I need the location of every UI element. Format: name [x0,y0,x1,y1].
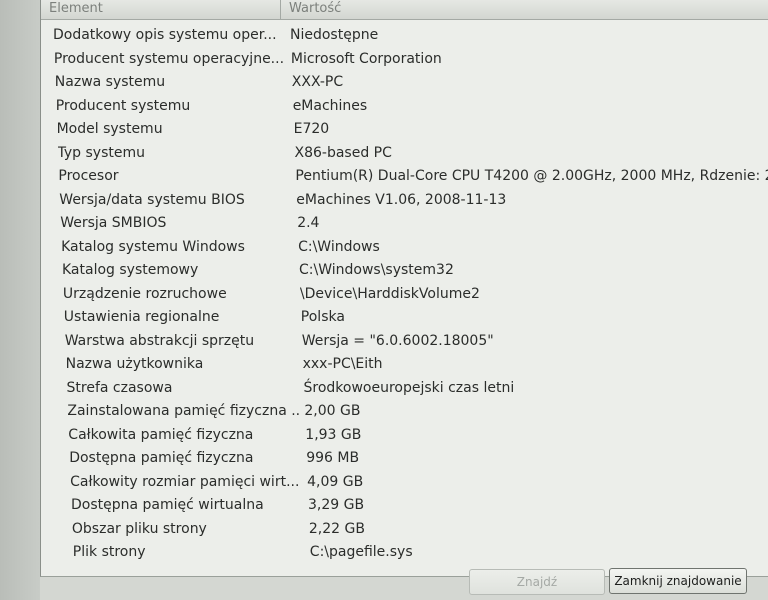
column-header-element[interactable]: Element [41,0,281,19]
row-value: Pentium(R) Dual-Core CPU T4200 @ 2.00GHz… [295,168,768,184]
row-element-label: Obszar pliku strony [71,520,207,537]
row-value: Środkowoeuropejski czas letni [303,379,515,396]
list-row[interactable]: Producent systemu eMachines [56,95,768,118]
row-value: XXX-PC [291,74,344,90]
system-summary-list[interactable]: Element Wartość Dodatkowy opis systemu o… [40,0,768,577]
row-element-label: Zainstalowana pamięć fizyczna ... [67,403,300,419]
list-row[interactable]: Nazwa użytkownika xxx-PC\Eith [66,353,768,376]
find-button[interactable]: Znajdź [469,569,605,595]
row-element-label: Nazwa użytkownika [65,356,204,372]
row-value: Wersja = "6.0.6002.18005" [301,332,494,349]
row-value: \Device\HarddiskVolume2 [299,285,480,302]
row-value: 3,29 GB [308,497,365,513]
row-element-label: Urządzenie rozruchowe [62,285,227,302]
list-row[interactable]: Ustawienia regionalne Polska [64,306,768,329]
row-element-label: Całkowita pamięć fizyczna [68,426,254,443]
row-element-label: Producent systemu [55,97,191,114]
row-element-label: Katalog systemu Windows [61,238,245,255]
row-element-label: Wersja SMBIOS [60,215,167,231]
list-row[interactable]: Zainstalowana pamięć fizyczna ... 2,00 GB [67,400,768,423]
list-row[interactable]: Procesor Pentium(R) Dual-Core CPU T4200 @… [58,165,768,188]
row-value: C:\Windows\system32 [299,262,454,278]
find-bar: Znajdź Zamknij znajdowanie [40,568,768,600]
list-row[interactable]: Nazwa systemu XXX-PC [55,71,768,94]
row-element-label: Katalog systemowy [62,262,199,278]
row-value: E720 [293,121,330,137]
list-row[interactable]: Wersja SMBIOS 2.4 [60,212,768,235]
row-value: Niedostępne [290,27,379,43]
list-row[interactable]: Wersja/data systemu BIOS eMachines V1.06,… [59,189,768,212]
row-value: C:\pagefile.sys [309,544,413,560]
list-row[interactable]: Katalog systemu Windows C:\Windows [61,236,768,259]
row-value: C:\Windows [298,238,380,255]
row-value: 1,93 GB [305,426,362,443]
row-value: 2.4 [297,215,320,231]
list-row[interactable]: Strefa czasowa Środkowoeuropejski czas le… [67,377,768,400]
list-row[interactable]: Warstwa abstrakcji sprzętu Wersja = "6.0.… [65,330,768,353]
column-header-value[interactable]: Wartość [281,0,768,19]
row-element-label: Procesor [58,168,119,184]
list-row[interactable]: Urządzenie rozruchowe \Device\HarddiskVol… [63,283,768,306]
row-element-label: Plik strony [72,544,146,560]
row-element-label: Model systemu [56,121,163,137]
row-element-label: Dostępna pamięć wirtualna [71,497,264,513]
row-value: 2,22 GB [308,520,365,537]
list-row[interactable]: Dostępna pamięć wirtualna 3,29 GB [71,494,768,517]
row-value: X86-based PC [294,144,392,161]
close-find-button[interactable]: Zamknij znajdowanie [609,568,747,594]
row-value: 2,00 GB [304,403,361,419]
row-element-label: Nazwa systemu [54,74,166,90]
row-element-label: Dostępna pamięć fizyczna [69,450,254,466]
row-value: 4,09 GB [307,473,364,490]
row-value: eMachines V1.06, 2008-11-13 [296,191,507,208]
row-element-label: Warstwa abstrakcji sprzętu [64,332,255,349]
row-element-label: Ustawienia regionalne [63,309,220,325]
list-header: Element Wartość [41,0,768,20]
list-row[interactable]: Dodatkowy opis systemu oper... Niedostępn… [53,24,768,47]
row-element-label: Dodatkowy opis systemu oper... [53,27,277,43]
list-row[interactable]: Model systemu E720 [57,118,768,141]
list-row[interactable]: Plik strony C:\pagefile.sys [73,541,768,564]
list-row[interactable]: Producent systemu operacyjne... Microsoft… [54,48,768,71]
row-value: Polska [300,309,345,325]
system-info-window: Element Wartość Dodatkowy opis systemu o… [0,0,768,600]
list-row[interactable]: Całkowita pamięć fizyczna 1,93 GB [68,424,768,447]
row-value: eMachines [292,97,368,114]
row-element-label: Typ systemu [57,144,145,161]
list-row[interactable]: Dostępna pamięć fizyczna 996 MB [69,447,768,470]
left-pane-edge [0,0,40,600]
row-value: 996 MB [306,450,360,466]
row-element-label: Strefa czasowa [66,379,173,396]
list-row[interactable]: Typ systemu X86-based PC [58,142,768,165]
list-row[interactable]: Obszar pliku strony 2,22 GB [72,518,768,541]
list-row[interactable]: Całkowity rozmiar pamięci wirt... 4,09 GB [70,471,768,494]
row-element-label: Całkowity rozmiar pamięci wirt... [70,473,300,490]
list-row[interactable]: Katalog systemowy C:\Windows\system32 [62,259,768,282]
row-value: xxx-PC\Eith [302,356,383,372]
row-element-label: Producent systemu operacyjne... [53,50,285,67]
row-element-label: Wersja/data systemu BIOS [59,191,245,208]
row-value: Microsoft Corporation [290,50,442,67]
